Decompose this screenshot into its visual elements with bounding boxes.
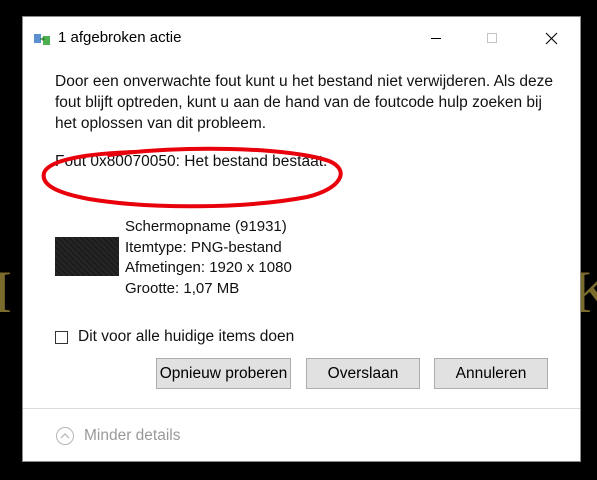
background-glyph-left: I xyxy=(0,259,12,325)
dialog-content: Door een onverwachte fout kunt u het bes… xyxy=(55,71,560,170)
skip-button[interactable]: Overslaan xyxy=(306,358,420,389)
error-message: Door een onverwachte fout kunt u het bes… xyxy=(55,73,554,132)
file-size: Grootte: 1,07 MB xyxy=(125,279,240,297)
less-details-toggle[interactable]: Minder details xyxy=(56,427,181,445)
close-button[interactable] xyxy=(528,17,574,59)
chevron-up-icon[interactable] xyxy=(56,427,74,445)
maximize-icon xyxy=(487,33,497,43)
file-name: Schermopname (91931) xyxy=(125,218,287,235)
file-operation-dialog: 1 afgebroken actie Door een onverwachte … xyxy=(22,16,581,462)
title-bar: 1 afgebroken actie xyxy=(23,17,580,59)
minimize-button[interactable] xyxy=(413,17,459,59)
window-title: 1 afgebroken actie xyxy=(58,29,182,46)
maximize-button[interactable] xyxy=(469,17,515,59)
minimize-icon xyxy=(431,38,441,39)
cancel-button[interactable]: Annuleren xyxy=(434,358,548,389)
red-annotation-circle xyxy=(41,146,343,209)
footer-divider xyxy=(23,408,580,409)
file-info: Schermopname (91931) Itemtype: PNG-besta… xyxy=(125,217,425,299)
apply-to-all-checkbox[interactable] xyxy=(55,330,68,344)
file-type: Itemtype: PNG-bestand xyxy=(125,238,282,256)
retry-button[interactable]: Opnieuw proberen xyxy=(156,358,291,389)
close-icon xyxy=(545,32,557,44)
file-dimensions: Afmetingen: 1920 x 1080 xyxy=(125,259,292,276)
file-thumbnail xyxy=(55,237,119,276)
less-details-label[interactable]: Minder details xyxy=(84,427,181,445)
file-operation-icon xyxy=(34,34,50,45)
apply-to-all-label[interactable]: Dit voor alle huidige items doen xyxy=(78,328,294,346)
apply-to-all-row[interactable]: Dit voor alle huidige items doen xyxy=(55,328,294,346)
